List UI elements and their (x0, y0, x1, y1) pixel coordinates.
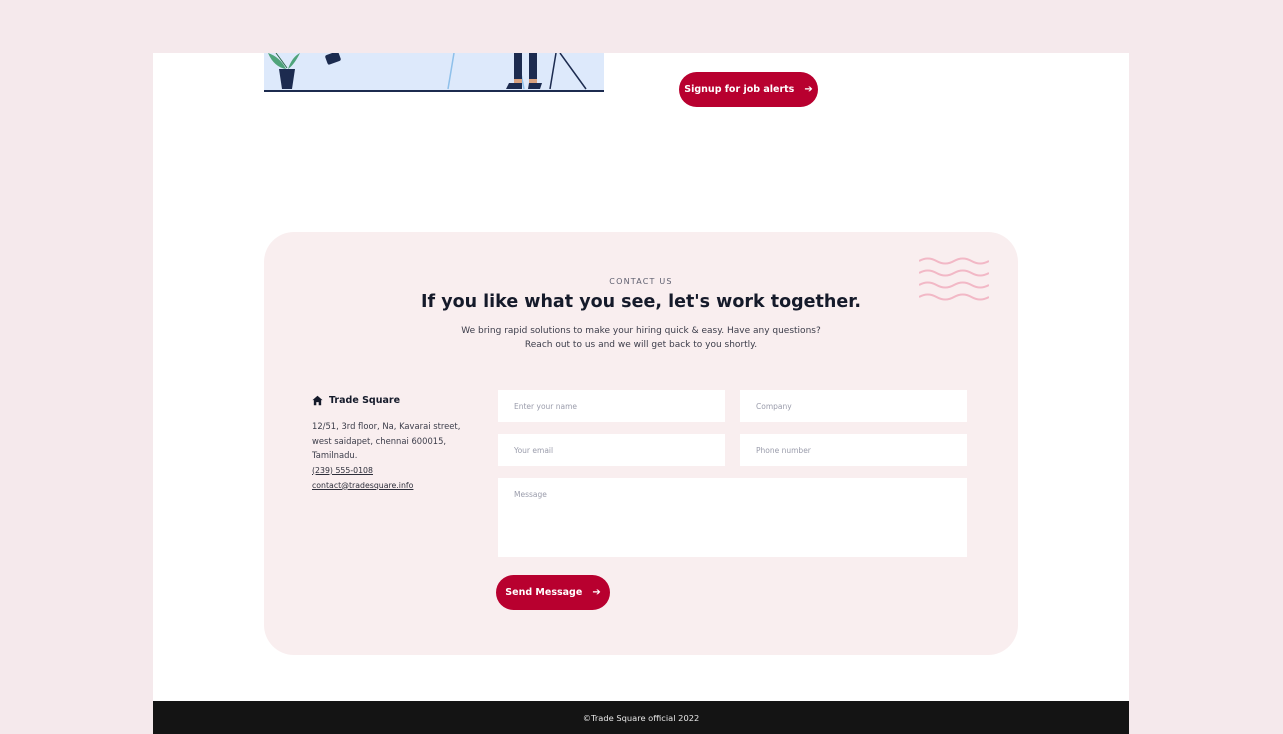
address-line-3: Tamilnadu. (312, 450, 358, 460)
phone-input[interactable] (740, 434, 967, 466)
arrow-right-icon: ➔ (804, 83, 813, 95)
email-input[interactable] (498, 434, 725, 466)
company-info: Trade Square 12/51, 3rd floor, Na, Kavar… (312, 395, 472, 490)
address-line-2: west saidapet, chennai 600015, (312, 435, 447, 446)
signup-button-label: Signup for job alerts (684, 84, 795, 95)
message-textarea[interactable] (498, 478, 967, 557)
page-container: Signup for job alerts ➔ CONTACT US If yo… (153, 53, 1129, 734)
address-line-1: 12/51, 3rd floor, Na, Kavarai street, (312, 421, 461, 431)
contact-heading: If you like what you see, let's work tog… (420, 292, 861, 312)
send-button-label: Send Message (505, 587, 583, 598)
contact-section: CONTACT US If you like what you see, let… (264, 232, 1018, 655)
name-input[interactable] (498, 390, 725, 422)
company-input[interactable] (740, 390, 967, 422)
footer-copyright: ©Trade Square official 2022 (582, 712, 700, 723)
home-icon (312, 395, 323, 406)
description-line-1: We bring rapid solutions to make your hi… (461, 326, 821, 336)
phone-link[interactable]: (239) 555-0108 (312, 466, 472, 475)
illustration-graphic (268, 53, 587, 90)
signup-job-alerts-button[interactable]: Signup for job alerts ➔ (679, 72, 818, 107)
contact-eyebrow: CONTACT US (609, 277, 673, 286)
description-line-2: Reach out to us and we will get back to … (524, 340, 758, 350)
hero-illustration (264, 53, 604, 92)
company-name: Trade Square (329, 395, 401, 406)
contact-description: We bring rapid solutions to make your hi… (264, 324, 1018, 352)
company-address: 12/51, 3rd floor, Na, Kavarai street, we… (312, 419, 472, 463)
company-title: Trade Square (312, 395, 472, 406)
footer: ©Trade Square official 2022 (153, 701, 1129, 734)
arrow-right-icon: ➔ (592, 586, 601, 598)
send-message-button[interactable]: Send Message ➔ (496, 575, 610, 610)
email-link[interactable]: contact@tradesquare.info (312, 481, 472, 490)
